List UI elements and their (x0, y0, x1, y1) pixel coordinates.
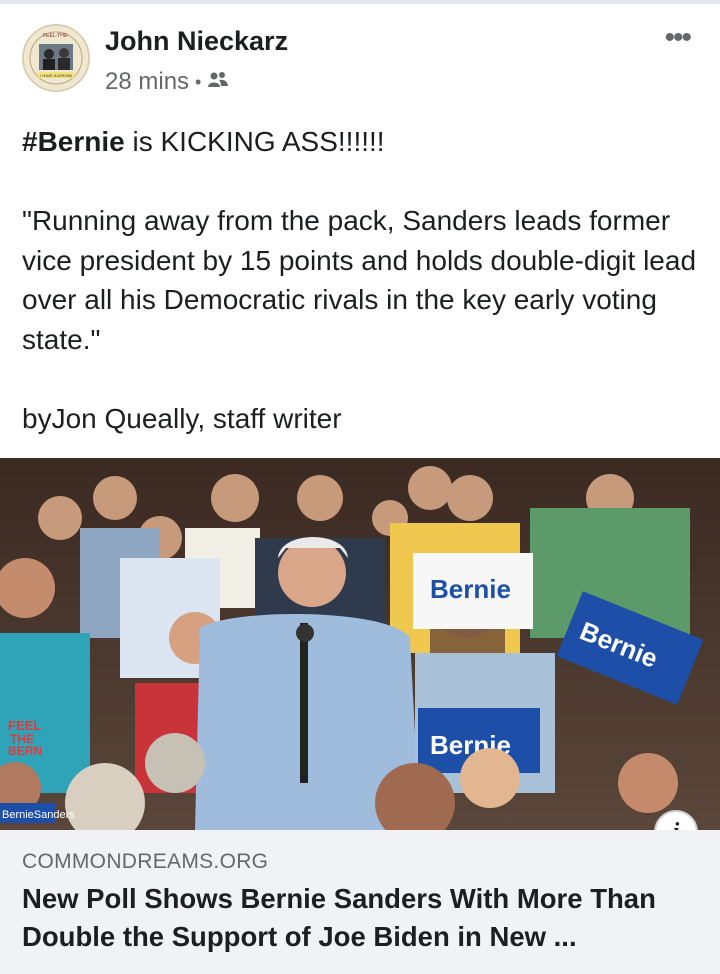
post-body: #Bernie is KICKING ASS!!!!!! "Running aw… (22, 122, 702, 438)
avatar[interactable]: FEEL-THE- I HAVE A DREAM (22, 24, 90, 92)
banner-text: BernieSanders (2, 809, 75, 821)
post-byline: byJon Queally, staff writer (22, 402, 342, 434)
post-quote: "Running away from the pack, Sanders lea… (22, 205, 697, 355)
link-image[interactable]: FEEL THE BERN Bernie Bernie Bernie Berni… (0, 458, 720, 830)
avatar-bottom-text: I HAVE A DREAM (40, 73, 72, 78)
more-options-icon[interactable]: ••• (664, 23, 691, 53)
link-domain: COMMONDREAMS.ORG (22, 850, 269, 873)
bernie-sign-top: Bernie (413, 553, 533, 629)
hashtag-link[interactable]: #Bernie (22, 126, 125, 157)
top-divider (0, 0, 720, 4)
shirt-text-1: FEEL (8, 718, 41, 733)
post-line-1: #Bernie is KICKING ASS!!!!!! (22, 122, 702, 162)
sign-text-1: Bernie (430, 574, 511, 604)
post-line-1-rest: is KICKING ASS!!!!!! (124, 126, 385, 157)
friends-icon (207, 68, 229, 96)
meta-separator: • (195, 71, 202, 92)
post-time[interactable]: 28 mins (105, 68, 189, 96)
shirt-text-3: BERN (8, 744, 42, 758)
avatar-top-text: FEEL-THE- (43, 33, 69, 39)
author-name[interactable]: John Nieckarz (105, 26, 288, 57)
post-header: FEEL-THE- I HAVE A DREAM John Nieckarz 2… (0, 20, 720, 100)
post-meta: 28 mins • (105, 68, 229, 96)
link-preview[interactable]: COMMONDREAMS.ORG New Poll Shows Bernie S… (0, 830, 720, 974)
link-headline[interactable]: New Poll Shows Bernie Sanders With More … (22, 880, 702, 956)
